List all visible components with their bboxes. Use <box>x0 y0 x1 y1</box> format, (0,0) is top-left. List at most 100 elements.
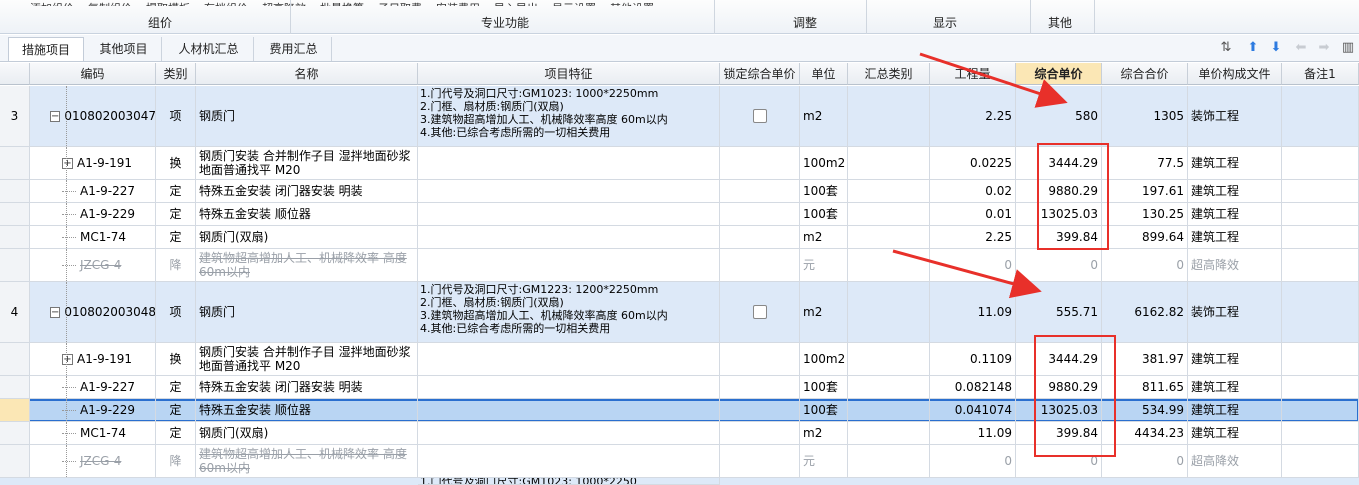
item-feature[interactable] <box>418 226 719 228</box>
sort-icon[interactable]: ⇅ <box>1218 40 1234 56</box>
item-feature[interactable] <box>418 399 719 401</box>
lock-price-checkbox[interactable] <box>752 109 767 123</box>
item-quantity[interactable]: 2.25 <box>985 230 1012 244</box>
item-price-file[interactable]: 超高降效 <box>1191 454 1239 468</box>
item-quantity[interactable]: 0.01 <box>985 207 1012 221</box>
remark-header[interactable]: 备注1 <box>1282 63 1359 85</box>
item-feature[interactable] <box>418 203 719 205</box>
unit-price-header[interactable]: 综合单价 <box>1016 63 1102 85</box>
code-header[interactable]: 编码 <box>30 63 156 85</box>
item-type: 定 <box>169 426 182 440</box>
sub-item-row[interactable]: JZCG-4 降建筑物超高增加人工、机械降效率 高度60m以内元 0 0 0 超高降效 <box>0 249 1359 282</box>
item-price-file[interactable]: 建筑工程 <box>1191 156 1239 170</box>
item-feature[interactable] <box>418 180 719 182</box>
item-quantity[interactable]: 0.0225 <box>970 156 1012 170</box>
item-quantity[interactable]: 0.082148 <box>955 380 1012 394</box>
list-item-row[interactable]: 3 −010802003047 项 钢质门 1.门代号及洞口尺寸:GM1023: 100… <box>0 86 1359 147</box>
item-feature[interactable] <box>418 147 719 149</box>
ribbon-button-label[interactable]: 批量换算 <box>320 2 364 6</box>
type-header[interactable]: 类别 <box>156 63 196 85</box>
lock-header[interactable]: 锁定综合单价 <box>720 63 800 85</box>
expand-icon[interactable]: + <box>62 157 73 169</box>
item-feature[interactable] <box>418 376 719 378</box>
item-code: MC1-74 <box>80 426 126 440</box>
move-left-icon[interactable]: ⬅ <box>1293 40 1309 56</box>
item-price-file[interactable]: 装饰工程 <box>1191 305 1239 319</box>
item-price-file[interactable]: 建筑工程 <box>1191 426 1239 440</box>
item-price-file[interactable]: 建筑工程 <box>1191 380 1239 394</box>
tab-measures[interactable]: 措施项目 <box>8 37 84 61</box>
ribbon-button-label[interactable]: 存档组价 <box>204 2 248 6</box>
quantity-header[interactable]: 工程量 <box>930 63 1016 85</box>
item-quantity[interactable]: 0 <box>1004 258 1012 272</box>
ribbon-button-label[interactable]: 显示设置 <box>552 2 596 6</box>
expand-icon[interactable]: + <box>62 353 73 365</box>
tab-other-items[interactable]: 其他项目 <box>86 37 162 61</box>
item-unit-price[interactable]: 0 <box>1090 258 1098 272</box>
ribbon-button-label[interactable]: 导入导出 <box>494 2 538 6</box>
item-quantity[interactable]: 0.1109 <box>970 352 1012 366</box>
sub-item-row[interactable]: MC1-74 定钢质门(双扇) m2 11.09 399.84 4434.23 建筑工程 <box>0 422 1359 445</box>
item-type: 换 <box>169 156 182 170</box>
sub-item-row[interactable]: + A1-9-191 换 钢质门安装 合并制作子目 湿拌地面砂浆 地面普通找平 M20… <box>0 343 1359 376</box>
item-price-file[interactable]: 建筑工程 <box>1191 403 1239 417</box>
price-file-header[interactable]: 单价构成文件 <box>1188 63 1282 85</box>
item-quantity[interactable]: 0.02 <box>985 184 1012 198</box>
collapse-icon[interactable]: − <box>50 306 61 318</box>
sub-item-row[interactable]: A1-9-227 定特殊五金安装 闭门器安装 明装 100套 0.082148 9880… <box>0 376 1359 399</box>
ribbon-button-label[interactable]: 超高降效 <box>262 2 306 6</box>
item-quantity[interactable]: 2.25 <box>985 109 1012 123</box>
sub-item-row[interactable]: A1-9-227 定特殊五金安装 闭门器安装 明装 100套 0.02 9880.29 1… <box>0 180 1359 203</box>
move-down-icon[interactable]: ⬇ <box>1268 40 1284 56</box>
sub-item-row[interactable]: A1-9-229 定特殊五金安装 顺位器 100套 0.041074 13025.03 5… <box>0 399 1359 422</box>
item-quantity[interactable]: 11.09 <box>978 305 1012 319</box>
item-name: 特殊五金安装 顺位器 <box>199 207 311 221</box>
item-quantity[interactable]: 0 <box>1004 454 1012 468</box>
item-name: 钢质门 <box>199 109 236 123</box>
item-price-file[interactable]: 建筑工程 <box>1191 230 1239 244</box>
sub-item-row[interactable]: A1-9-229 定特殊五金安装 顺位器 100套 0.01 13025.03 130.2… <box>0 203 1359 226</box>
ribbon-button-label[interactable]: 子目取费 <box>378 2 422 6</box>
item-unit-price[interactable]: 555.71 <box>1056 305 1098 319</box>
item-unit-price[interactable]: 580 <box>1075 109 1098 123</box>
item-price-file[interactable]: 装饰工程 <box>1191 109 1239 123</box>
tab-cost-summary[interactable]: 费用汇总 <box>256 37 332 61</box>
list-item-row[interactable]: 1.门代号及洞口尺寸:GM1023: 1000*2250 <box>0 478 1359 485</box>
unit-header[interactable]: 单位 <box>800 63 848 85</box>
name-header[interactable]: 名称 <box>196 63 418 85</box>
move-right-icon[interactable]: ➡ <box>1316 40 1332 56</box>
ribbon-button-label[interactable]: 复制组价 <box>88 2 132 6</box>
item-feature[interactable] <box>418 249 719 251</box>
sub-item-row[interactable]: + A1-9-191 换 钢质门安装 合并制作子目 湿拌地面砂浆 地面普通找平 M20… <box>0 147 1359 180</box>
item-price-file[interactable]: 建筑工程 <box>1191 352 1239 366</box>
sub-item-row[interactable]: MC1-74 定钢质门(双扇) m2 2.25 399.84 899.64 建筑工程 <box>0 226 1359 249</box>
summary-type-header[interactable]: 汇总类别 <box>848 63 930 85</box>
item-quantity[interactable]: 0.041074 <box>955 403 1012 417</box>
item-price-file[interactable]: 超高降效 <box>1191 258 1239 272</box>
ribbon-button-label[interactable]: 提取模板 <box>146 2 190 6</box>
item-feature[interactable]: 1.门代号及洞口尺寸:GM1023: 1000*2250mm 2.门框、扇材质:… <box>418 86 719 140</box>
move-up-icon[interactable]: ⬆ <box>1245 40 1261 56</box>
tab-labor-material[interactable]: 人材机汇总 <box>164 37 254 61</box>
ribbon-button-label[interactable]: 其他设置 <box>610 2 654 6</box>
ribbon-button-label[interactable]: 添加组价 <box>30 2 74 6</box>
item-total-price: 534.99 <box>1142 403 1184 417</box>
item-feature[interactable] <box>418 422 719 424</box>
list-item-row[interactable]: 4 −010802003048 项 钢质门 1.门代号及洞口尺寸:GM1223: 120… <box>0 282 1359 343</box>
feature-header[interactable]: 项目特征 <box>418 63 720 85</box>
item-quantity[interactable]: 11.09 <box>978 426 1012 440</box>
sub-item-row[interactable]: JZCG-4 降建筑物超高增加人工、机械降效率 高度60m以内元 0 0 0 超高降效 <box>0 445 1359 478</box>
item-unit: 100套 <box>803 403 838 417</box>
ribbon-button-label[interactable]: 安装费用 <box>436 2 480 6</box>
item-feature[interactable] <box>418 343 719 345</box>
lock-price-checkbox[interactable] <box>752 305 767 319</box>
item-price-file[interactable]: 建筑工程 <box>1191 184 1239 198</box>
total-price-header[interactable]: 综合合价 <box>1102 63 1188 85</box>
tree-branch <box>62 432 76 434</box>
ribbon-separator <box>1030 0 1031 34</box>
item-price-file[interactable]: 建筑工程 <box>1191 207 1239 221</box>
item-feature[interactable] <box>418 445 719 447</box>
column-icon[interactable]: ▥ <box>1340 40 1356 56</box>
collapse-icon[interactable]: − <box>50 110 61 122</box>
item-feature[interactable]: 1.门代号及洞口尺寸:GM1223: 1200*2250mm 2.门框、扇材质:… <box>418 282 719 336</box>
